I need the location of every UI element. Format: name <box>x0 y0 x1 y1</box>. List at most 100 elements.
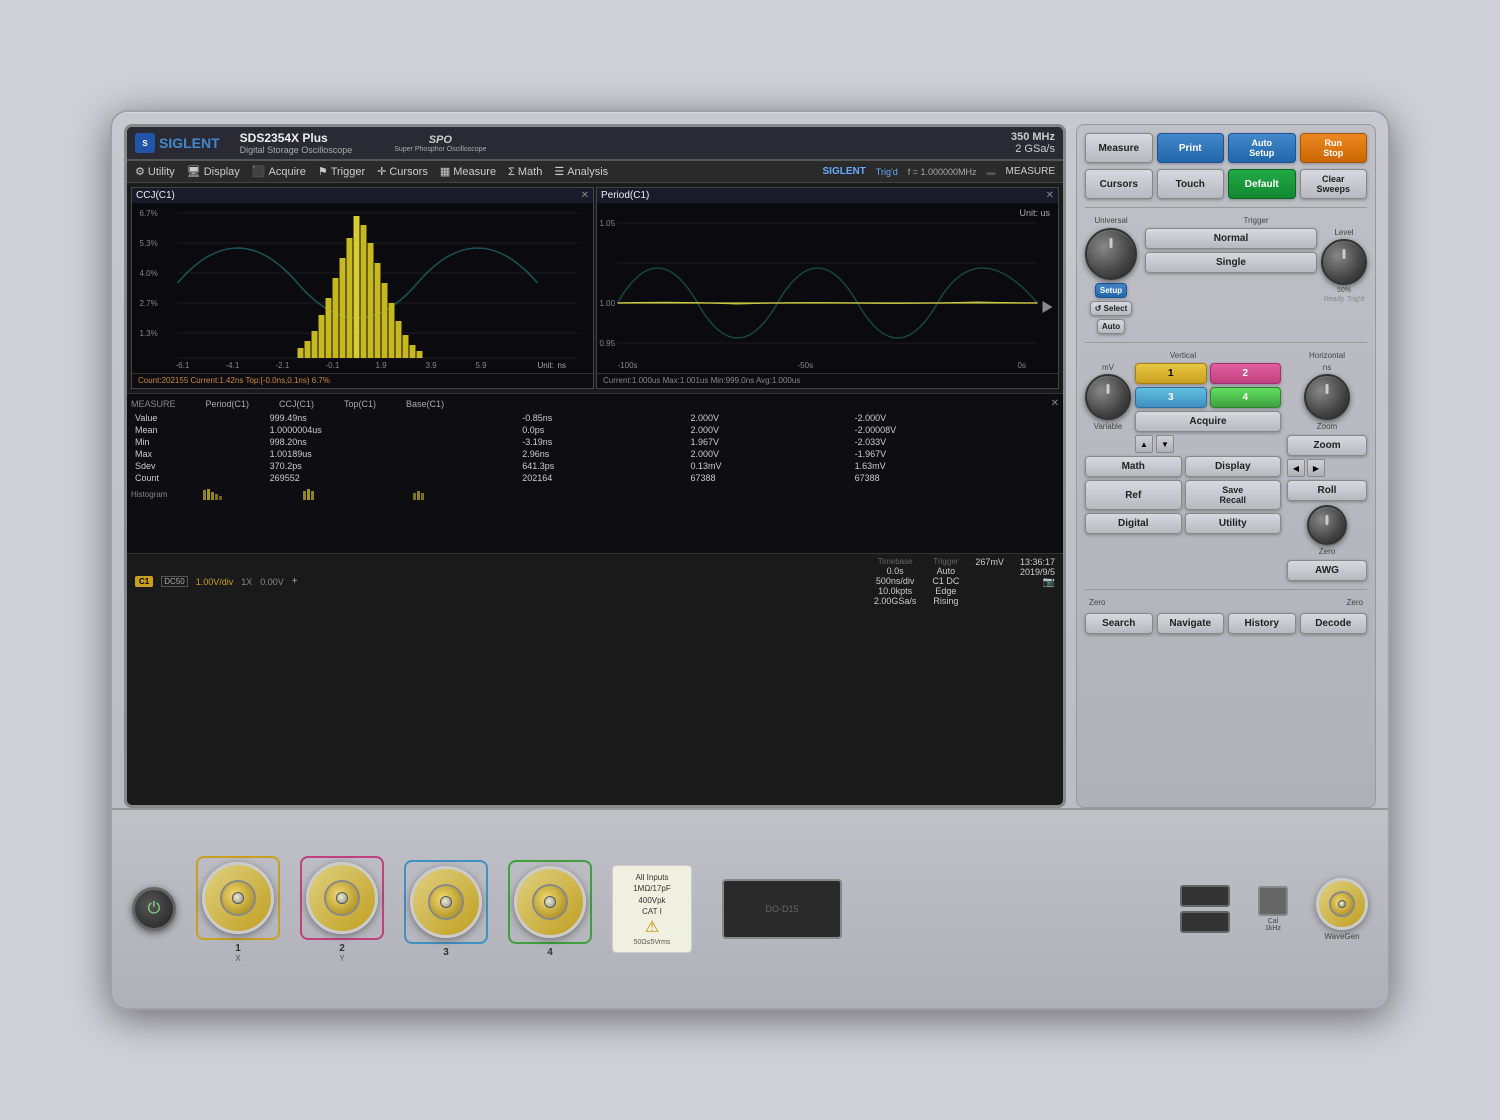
zero-h-label2: Zero <box>1347 598 1363 607</box>
ch2-bnc[interactable] <box>306 862 378 934</box>
top-button-row: Measure Print AutoSetup RunStop <box>1085 133 1367 163</box>
display-button[interactable]: Display <box>1185 456 1282 477</box>
svg-text:5.3%: 5.3% <box>140 239 158 248</box>
timebase-scale: 500ns/div <box>876 576 915 586</box>
row-max-period: 1.00189us <box>266 448 519 460</box>
power-button[interactable]: ⏻ <box>132 887 176 931</box>
do-d15-connector[interactable]: DO-D15 <box>722 879 842 939</box>
usb-port-1[interactable] <box>1180 885 1230 907</box>
trig-status: Trig'd <box>876 167 898 177</box>
ch4-bnc[interactable] <box>514 866 586 938</box>
menu-analysis[interactable]: ☰ Analysis <box>554 165 608 178</box>
brand-label: SIGLENT <box>159 135 220 151</box>
histogram-bar-label: Histogram <box>131 488 1059 500</box>
utility-button[interactable]: Utility <box>1185 513 1282 534</box>
v-arrow-down[interactable]: ▼ <box>1156 435 1174 453</box>
menu-measure[interactable]: ▦ Measure <box>440 165 496 178</box>
trig-slope: Rising <box>933 596 958 606</box>
table-col-measure: MEASURE <box>131 399 176 409</box>
svg-text:-6.1: -6.1 <box>176 361 190 370</box>
save-recall-button[interactable]: SaveRecall <box>1185 480 1282 510</box>
menu-utility[interactable]: ⚙ Utility <box>135 165 175 178</box>
ch3-button[interactable]: 3 <box>1135 387 1207 408</box>
add-channel-btn[interactable]: + <box>292 576 298 587</box>
row-count-top: 67388 <box>687 472 851 484</box>
roll-button[interactable]: Roll <box>1287 480 1367 501</box>
default-button[interactable]: Default <box>1228 169 1296 199</box>
ch3-bnc[interactable] <box>410 866 482 938</box>
ch4-button[interactable]: 4 <box>1210 387 1282 408</box>
wavegen-bnc[interactable] <box>1316 878 1368 930</box>
math-button[interactable]: Math <box>1085 456 1182 477</box>
model-label: SDS2354X Plus <box>240 131 353 145</box>
zoom-button[interactable]: Zoom <box>1287 435 1367 456</box>
ch1-label: 1 <box>235 943 241 954</box>
row-count-period: 269552 <box>266 472 519 484</box>
single-button[interactable]: Single <box>1145 252 1317 273</box>
svg-text:-2.1: -2.1 <box>276 361 290 370</box>
v-knob-col: mV Variable <box>1085 363 1131 453</box>
universal-label: Universal <box>1094 216 1127 225</box>
level-knob[interactable] <box>1321 239 1367 285</box>
universal-knob[interactable] <box>1085 228 1137 280</box>
table-row: Mean 1.0000004us 0.0ps 2.000V -2.00008V <box>131 424 1059 436</box>
v-pos-knob-col: Zero <box>1287 505 1367 556</box>
v-arrow-up[interactable]: ▲ <box>1135 435 1153 453</box>
offset-value: 0.00V <box>260 577 284 587</box>
zero-h-label: Zero <box>1319 547 1335 556</box>
clear-sweeps-button[interactable]: ClearSweeps <box>1300 169 1368 199</box>
h-buttons: Zoom ◀ ▶ Roll <box>1287 435 1367 501</box>
ch1-button[interactable]: 1 <box>1135 363 1207 384</box>
menu-display[interactable]: 🖥 Display <box>187 165 240 178</box>
vertical-pos-knob[interactable] <box>1307 505 1347 545</box>
h-arrow-left[interactable]: ◀ <box>1287 459 1305 477</box>
h-arrow-right[interactable]: ▶ <box>1307 459 1325 477</box>
svg-text:1.05: 1.05 <box>600 219 616 228</box>
ccj-close[interactable]: ✕ <box>581 190 589 201</box>
trig-mode: Auto <box>937 566 956 576</box>
do-d15-label: DO-D15 <box>765 904 798 914</box>
ch3-frame <box>404 860 488 944</box>
menu-math[interactable]: Σ Math <box>508 166 542 178</box>
print-button[interactable]: Print <box>1157 133 1225 163</box>
ch2-button[interactable]: 2 <box>1210 363 1282 384</box>
navigate-button[interactable]: Navigate <box>1157 613 1225 634</box>
cal-connector[interactable] <box>1258 886 1288 916</box>
ch1-bnc[interactable] <box>202 862 274 934</box>
ch2-frame <box>300 856 384 940</box>
row-count-base: 67388 <box>851 472 1059 484</box>
history-button[interactable]: History <box>1228 613 1296 634</box>
cursors-button[interactable]: Cursors <box>1085 169 1153 199</box>
search-button[interactable]: Search <box>1085 613 1153 634</box>
decode-button[interactable]: Decode <box>1300 613 1368 634</box>
period-svg: 1.05 1.00 0.95 -100s <box>597 203 1058 373</box>
table-close[interactable]: ✕ <box>1051 398 1059 409</box>
usb-port-2[interactable] <box>1180 911 1230 933</box>
setup-button[interactable]: Setup <box>1095 283 1127 298</box>
menu-trigger[interactable]: ⚑ Trigger <box>318 165 365 178</box>
measure-header: MEASURE <box>1006 166 1055 177</box>
vertical-scale-knob[interactable] <box>1085 374 1131 420</box>
trig-type: Edge <box>935 586 956 596</box>
normal-button[interactable]: Normal <box>1145 228 1317 249</box>
menu-acquire[interactable]: ⬛ Acquire <box>252 165 306 178</box>
auto-button[interactable]: Auto <box>1097 319 1125 334</box>
select-button[interactable]: ↺ Select <box>1090 301 1133 316</box>
acquire-button[interactable]: Acquire <box>1135 411 1281 432</box>
menu-cursors[interactable]: ✛ Cursors <box>377 165 428 178</box>
histogram-mini-svg <box>173 488 473 500</box>
digital-button[interactable]: Digital <box>1085 513 1182 534</box>
measure-button[interactable]: Measure <box>1085 133 1153 163</box>
variable-label: Variable <box>1094 422 1123 431</box>
cal-output-group: Cal 1kHz <box>1258 886 1288 932</box>
ref-button[interactable]: Ref <box>1085 480 1182 510</box>
row-sdev-period: 370.2ps <box>266 460 519 472</box>
table-row: Sdev 370.2ps 641.3ps 0.13mV 1.63mV <box>131 460 1059 472</box>
run-stop-button[interactable]: RunStop <box>1300 133 1368 163</box>
input-spec: 50Ω≤5Vrms <box>619 939 685 946</box>
awg-button[interactable]: AWG <box>1287 560 1367 581</box>
period-close[interactable]: ✕ <box>1046 190 1054 201</box>
touch-button[interactable]: Touch <box>1157 169 1225 199</box>
auto-setup-button[interactable]: AutoSetup <box>1228 133 1296 163</box>
horizontal-scale-knob[interactable] <box>1304 374 1350 420</box>
